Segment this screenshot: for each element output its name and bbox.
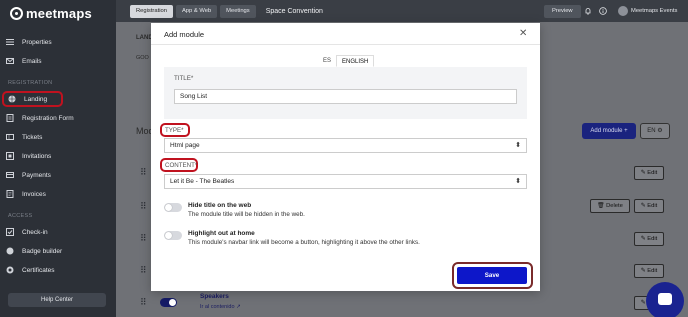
sidebar: meetmaps Properties Emails REGISTRATION … <box>0 0 116 317</box>
section-registration: REGISTRATION <box>8 80 53 86</box>
title-label: TITLE* <box>174 75 194 82</box>
info-icon[interactable] <box>599 7 607 15</box>
sidebar-item-invitations[interactable]: Invitations <box>6 149 51 163</box>
badge-icon <box>6 247 14 255</box>
delete-button[interactable]: 🗑 Delete <box>590 199 630 213</box>
highlight-toggle[interactable] <box>164 231 182 240</box>
bell-icon[interactable] <box>584 7 592 15</box>
type-select[interactable]: Html page <box>164 138 527 153</box>
section-access: ACCESS <box>8 213 33 219</box>
tab-meetings[interactable]: Meetings <box>220 4 256 18</box>
logo[interactable]: meetmaps <box>10 6 92 21</box>
tab-english[interactable]: ENGLISH <box>336 55 375 67</box>
type-label: TYPE* <box>165 127 184 134</box>
drag-handle-icon[interactable]: ⠿ <box>140 298 147 307</box>
drag-handle-icon[interactable]: ⠿ <box>140 168 147 177</box>
sidebar-item-properties[interactable]: Properties <box>6 35 52 49</box>
drag-handle-icon[interactable]: ⠿ <box>140 234 147 243</box>
sidebar-item-registration-form[interactable]: Registration Form <box>6 111 74 125</box>
tab-registration[interactable]: Registration <box>130 4 173 18</box>
hide-title-description: The module title will be hidden in the w… <box>188 211 305 218</box>
drag-handle-icon[interactable]: ⠿ <box>140 202 147 211</box>
sidebar-item-badge-builder[interactable]: Badge builder <box>6 244 62 258</box>
add-module-modal: Add module ✕ ES ENGLISH TITLE* Song List… <box>151 23 540 291</box>
sidebar-item-invoices[interactable]: Invoices <box>6 187 46 201</box>
logo-icon <box>10 7 23 20</box>
goto-content-link[interactable]: Ir al contenido ↗ <box>200 304 241 310</box>
content-select[interactable]: Let it Be - The Beatles <box>164 174 527 189</box>
speakers-label: Speakers <box>200 293 229 300</box>
title-panel: TITLE* Song List <box>164 67 527 119</box>
modal-header: Add module ✕ <box>151 23 540 45</box>
ticket-icon <box>6 134 14 140</box>
avatar[interactable] <box>618 6 628 16</box>
sidebar-item-check-in[interactable]: Check-in <box>6 225 48 239</box>
invitation-icon <box>6 152 14 160</box>
globe-icon <box>8 95 16 103</box>
hide-title-toggle[interactable] <box>164 203 182 212</box>
drag-handle-icon[interactable]: ⠿ <box>140 266 147 275</box>
preview-button[interactable]: Preview <box>544 5 581 18</box>
highlight-heading: Highlight out at home <box>188 230 255 237</box>
tab-es[interactable]: ES <box>318 55 336 67</box>
checkin-icon <box>6 228 14 236</box>
form-icon <box>6 114 14 122</box>
card-icon <box>6 172 14 178</box>
sidebar-item-certificates[interactable]: Certificates <box>6 263 55 277</box>
content-label: CONTENT* <box>165 162 198 169</box>
sidebar-item-emails[interactable]: Emails <box>6 54 42 68</box>
invoice-icon <box>6 190 14 198</box>
title-input[interactable]: Song List <box>174 89 517 104</box>
modal-title: Add module <box>164 30 205 39</box>
sidebar-item-tickets[interactable]: Tickets <box>6 130 42 144</box>
save-button[interactable]: Save <box>457 267 527 284</box>
chat-icon[interactable] <box>646 282 684 317</box>
certificate-icon <box>6 266 14 274</box>
mail-icon <box>6 58 14 64</box>
tab-app-web[interactable]: App & Web <box>175 4 218 18</box>
add-module-button[interactable]: Add module + <box>582 123 636 139</box>
speakers-toggle[interactable] <box>160 298 177 307</box>
event-name[interactable]: Space Convention <box>266 8 323 15</box>
edit-button[interactable]: ✎ Edit <box>634 199 664 213</box>
close-icon[interactable]: ✕ <box>519 28 527 39</box>
help-center-button[interactable]: Help Center <box>8 293 106 307</box>
edit-button[interactable]: ✎ Edit <box>634 166 664 180</box>
edit-button[interactable]: ✎ Edit <box>634 264 664 278</box>
edit-button[interactable]: ✎ Edit <box>634 232 664 246</box>
goo-label: GOO <box>136 55 149 61</box>
top-bar: Registration App & Web Meetings Space Co… <box>116 0 688 22</box>
highlight-description: This module's navbar link will become a … <box>188 239 420 246</box>
language-button[interactable]: EN ⚙ <box>640 123 670 139</box>
hide-title-heading: Hide title on the web <box>188 202 252 209</box>
sidebar-item-payments[interactable]: Payments <box>6 168 51 182</box>
language-tabs: ES ENGLISH <box>318 55 375 67</box>
sidebar-item-landing[interactable]: Landing <box>2 91 63 107</box>
account-name[interactable]: Meetmaps Events <box>631 8 677 14</box>
list-icon <box>6 39 14 45</box>
